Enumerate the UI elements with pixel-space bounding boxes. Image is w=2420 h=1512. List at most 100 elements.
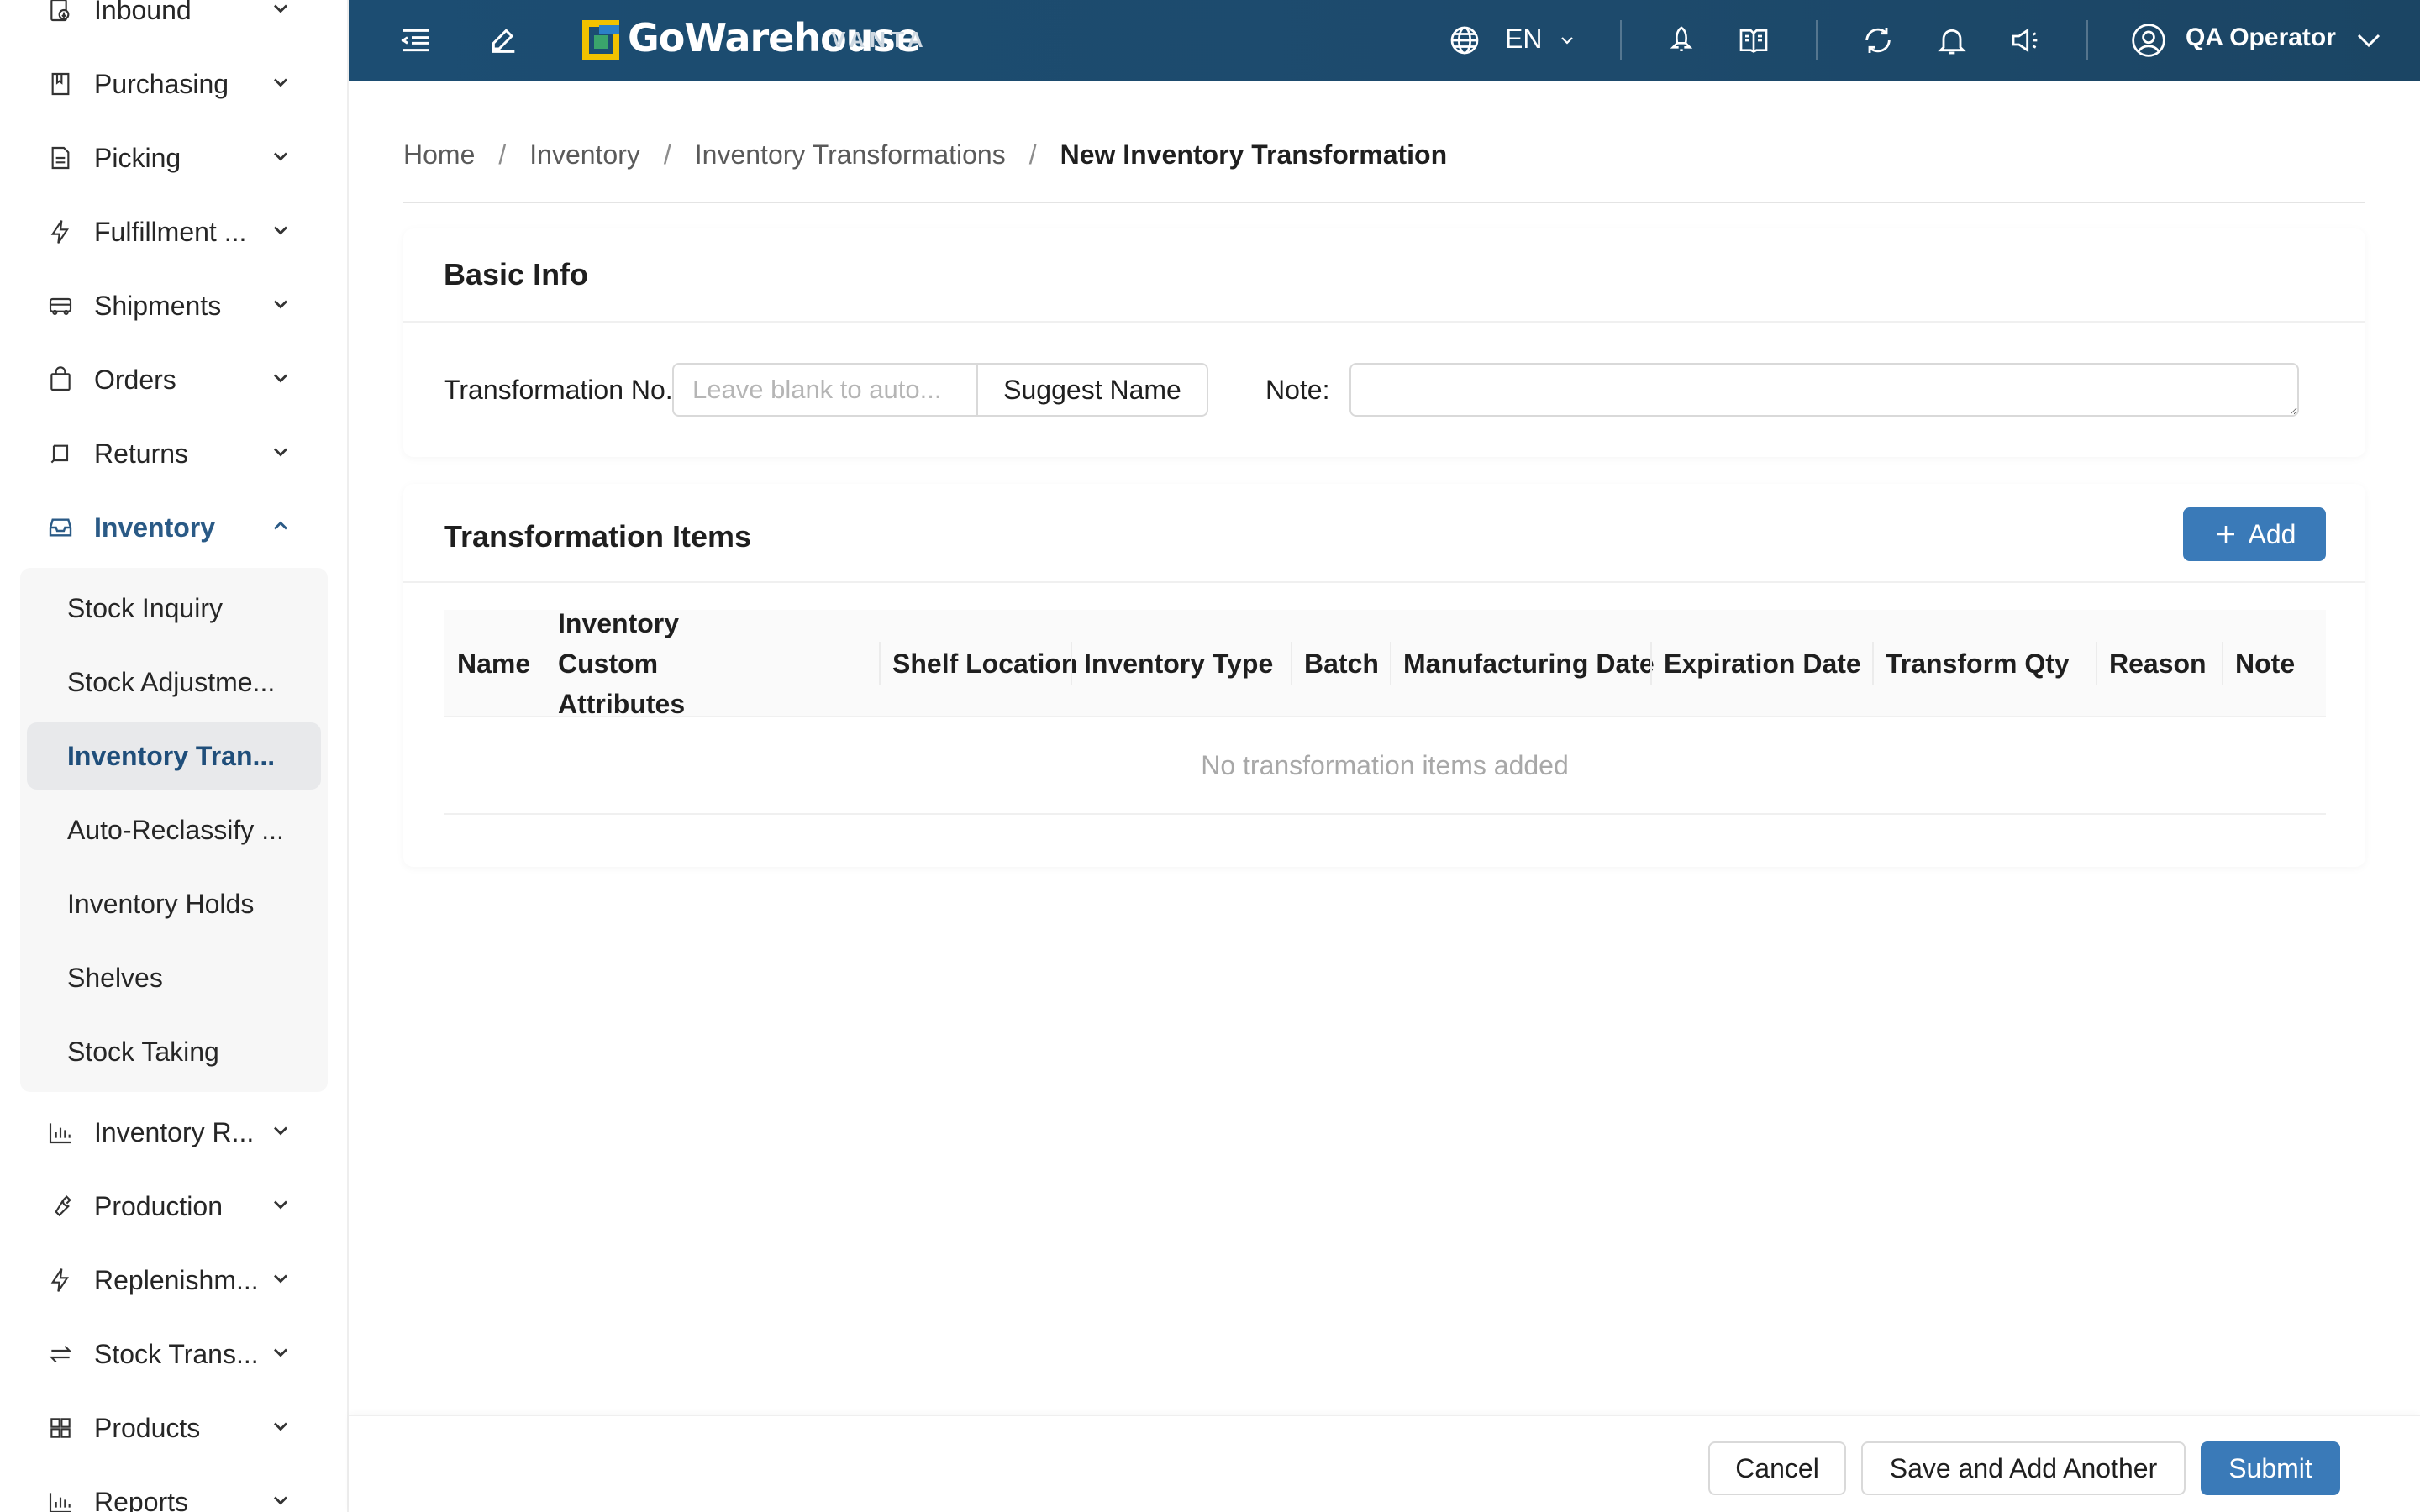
sidebar-subitem-auto-reclassify[interactable]: Auto-Reclassify ... (27, 796, 321, 864)
items-table-header: Name Inventory Custom Attributes Shelf L… (444, 608, 2326, 719)
sidebar-item-label: Stock Trans... (94, 1338, 259, 1369)
purchasing-icon (51, 72, 70, 96)
add-item-button[interactable]: Add (2183, 507, 2326, 561)
swap-icon (49, 1345, 72, 1363)
transformation-items-card: Transformation Items Add Name Inventory … (403, 484, 2365, 867)
sidebar-item-label: Orders (94, 364, 176, 395)
column-header-transform-qty: Transform Qty (1886, 648, 2070, 679)
sidebar-item-returns[interactable]: Returns (0, 417, 336, 491)
sidebar-item-label: Picking (94, 142, 182, 173)
sidebar-item-label: Purchasing (94, 68, 229, 99)
chevron-down-icon (274, 152, 287, 161)
column-header-manufacturing-date: Manufacturing Date (1403, 648, 1655, 679)
chevron-down-icon (274, 1200, 287, 1210)
chevron-down-icon (274, 226, 287, 235)
sidebar-subitem-inventory-transformations[interactable]: Inventory Tran... (27, 722, 321, 790)
note-label-text: Note (1265, 375, 1323, 405)
chevron-down-icon (274, 4, 287, 13)
column-divider (879, 642, 881, 685)
refresh-icon[interactable] (1861, 24, 1895, 57)
sidebar-item-label: Returns (94, 438, 189, 469)
truck-icon (49, 297, 72, 316)
sidebar-subitem-stock-inquiry[interactable]: Stock Inquiry (27, 575, 321, 642)
sidebar-item-stock-transfers[interactable]: Stock Trans... (0, 1317, 336, 1391)
chevron-down-icon[interactable] (1557, 30, 1577, 50)
breadcrumb-separator: / (663, 139, 671, 170)
note-textarea[interactable] (1349, 363, 2299, 417)
column-divider (1872, 642, 1874, 685)
sidebar-item-fulfillment[interactable]: Fulfillment ... (0, 195, 336, 269)
sidebar-subitem-inventory-holds[interactable]: Inventory Holds (27, 870, 321, 937)
brand-subtitle: VANTA (831, 27, 929, 52)
suggest-name-button[interactable]: Suggest Name (978, 363, 1208, 417)
sidebar-item-purchasing[interactable]: Purchasing (0, 47, 336, 121)
sidebar-item-reports[interactable]: Reports (0, 1465, 336, 1512)
sidebar-item-products[interactable]: Products (0, 1391, 336, 1465)
sidebar-subitem-stock-adjustment[interactable]: Stock Adjustme... (27, 648, 321, 716)
sidebar-item-inventory[interactable]: Inventory (0, 491, 336, 564)
language-selector[interactable]: EN (1505, 24, 1542, 55)
column-header-name: Name (457, 648, 531, 679)
transformation-no-label: Transformation No.: (444, 375, 681, 406)
sidebar-item-label: Inventory R... (94, 1116, 255, 1147)
book-icon[interactable] (1737, 24, 1770, 57)
wrench-icon (55, 1195, 71, 1217)
inbound-icon (50, 0, 70, 22)
user-name[interactable]: QA Operator (2186, 24, 2336, 52)
speaker-icon[interactable] (2009, 24, 2043, 57)
chevron-down-icon (274, 448, 287, 457)
chevron-down-icon (274, 1422, 287, 1431)
save-and-add-another-button[interactable]: Save and Add Another (1861, 1441, 2186, 1495)
card-divider (403, 581, 2365, 583)
picking-icon (51, 146, 70, 170)
column-header-batch: Batch (1304, 648, 1379, 679)
chevron-down-icon (274, 1274, 287, 1284)
cancel-button[interactable]: Cancel (1708, 1441, 1846, 1495)
lightning-icon (50, 1268, 69, 1292)
transformation-no-label-text: Transformation No. (444, 375, 673, 405)
sidebar-item-orders[interactable]: Orders (0, 343, 336, 417)
items-table-empty: No transformation items added (444, 717, 2326, 815)
form-footer: Cancel Save and Add Another Submit (349, 1415, 2420, 1512)
chevron-down-icon (274, 1496, 287, 1505)
bar-chart-icon (49, 1123, 71, 1144)
submit-button[interactable]: Submit (2201, 1441, 2340, 1495)
chevron-down-icon[interactable] (2354, 25, 2384, 55)
column-divider (1291, 642, 1292, 685)
menu-fold-icon[interactable] (399, 24, 433, 57)
transformation-no-input[interactable] (672, 363, 978, 417)
grid-icon (50, 1418, 71, 1438)
sidebar-item-label: Fulfillment ... (94, 216, 247, 247)
column-header-inventory-custom-attributes: Inventory Custom Attributes (558, 608, 686, 719)
sidebar-item-inbound[interactable]: Inbound (0, 0, 336, 47)
sidebar-item-inventory-reports[interactable]: Inventory R... (0, 1095, 336, 1169)
breadcrumb-home[interactable]: Home (403, 139, 475, 171)
add-item-label: Add (2248, 518, 2296, 549)
header-divider (2086, 20, 2088, 60)
breadcrumb-inventory[interactable]: Inventory (529, 139, 640, 171)
sidebar-subitem-shelves[interactable]: Shelves (27, 944, 321, 1011)
main-content: Home / Inventory / Inventory Transformat… (349, 81, 2420, 1512)
bell-icon[interactable] (1935, 24, 1969, 57)
column-header-shelf-location: Shelf Location (892, 648, 1078, 679)
column-divider (1071, 642, 1072, 685)
breadcrumb-inventory-transformations[interactable]: Inventory Transformations (695, 139, 1006, 171)
globe-icon[interactable] (1448, 24, 1481, 57)
sidebar-item-production[interactable]: Production (0, 1169, 336, 1243)
rocket-icon[interactable] (1665, 24, 1698, 57)
sidebar-item-shipments[interactable]: Shipments (0, 269, 336, 343)
chevron-down-icon (274, 1126, 287, 1136)
sidebar-item-label: Inventory (94, 512, 216, 543)
sidebar-item-picking[interactable]: Picking (0, 121, 336, 195)
column-header-expiration-date: Expiration Date (1664, 648, 1861, 679)
column-divider (1650, 642, 1652, 685)
sidebar-item-label: Reports (94, 1486, 189, 1512)
sidebar-subitem-stock-taking[interactable]: Stock Taking (27, 1018, 321, 1085)
edit-icon[interactable] (487, 24, 520, 57)
chevron-down-icon (274, 78, 287, 87)
user-avatar-icon[interactable] (2130, 22, 2167, 59)
sidebar-item-replenishment[interactable]: Replenishm... (0, 1243, 336, 1317)
sidebar: Inbound Purchasing Picking Fulfillment .… (0, 0, 349, 1512)
lightning-icon (50, 220, 69, 244)
sidebar-item-label: Inbound (94, 0, 192, 25)
